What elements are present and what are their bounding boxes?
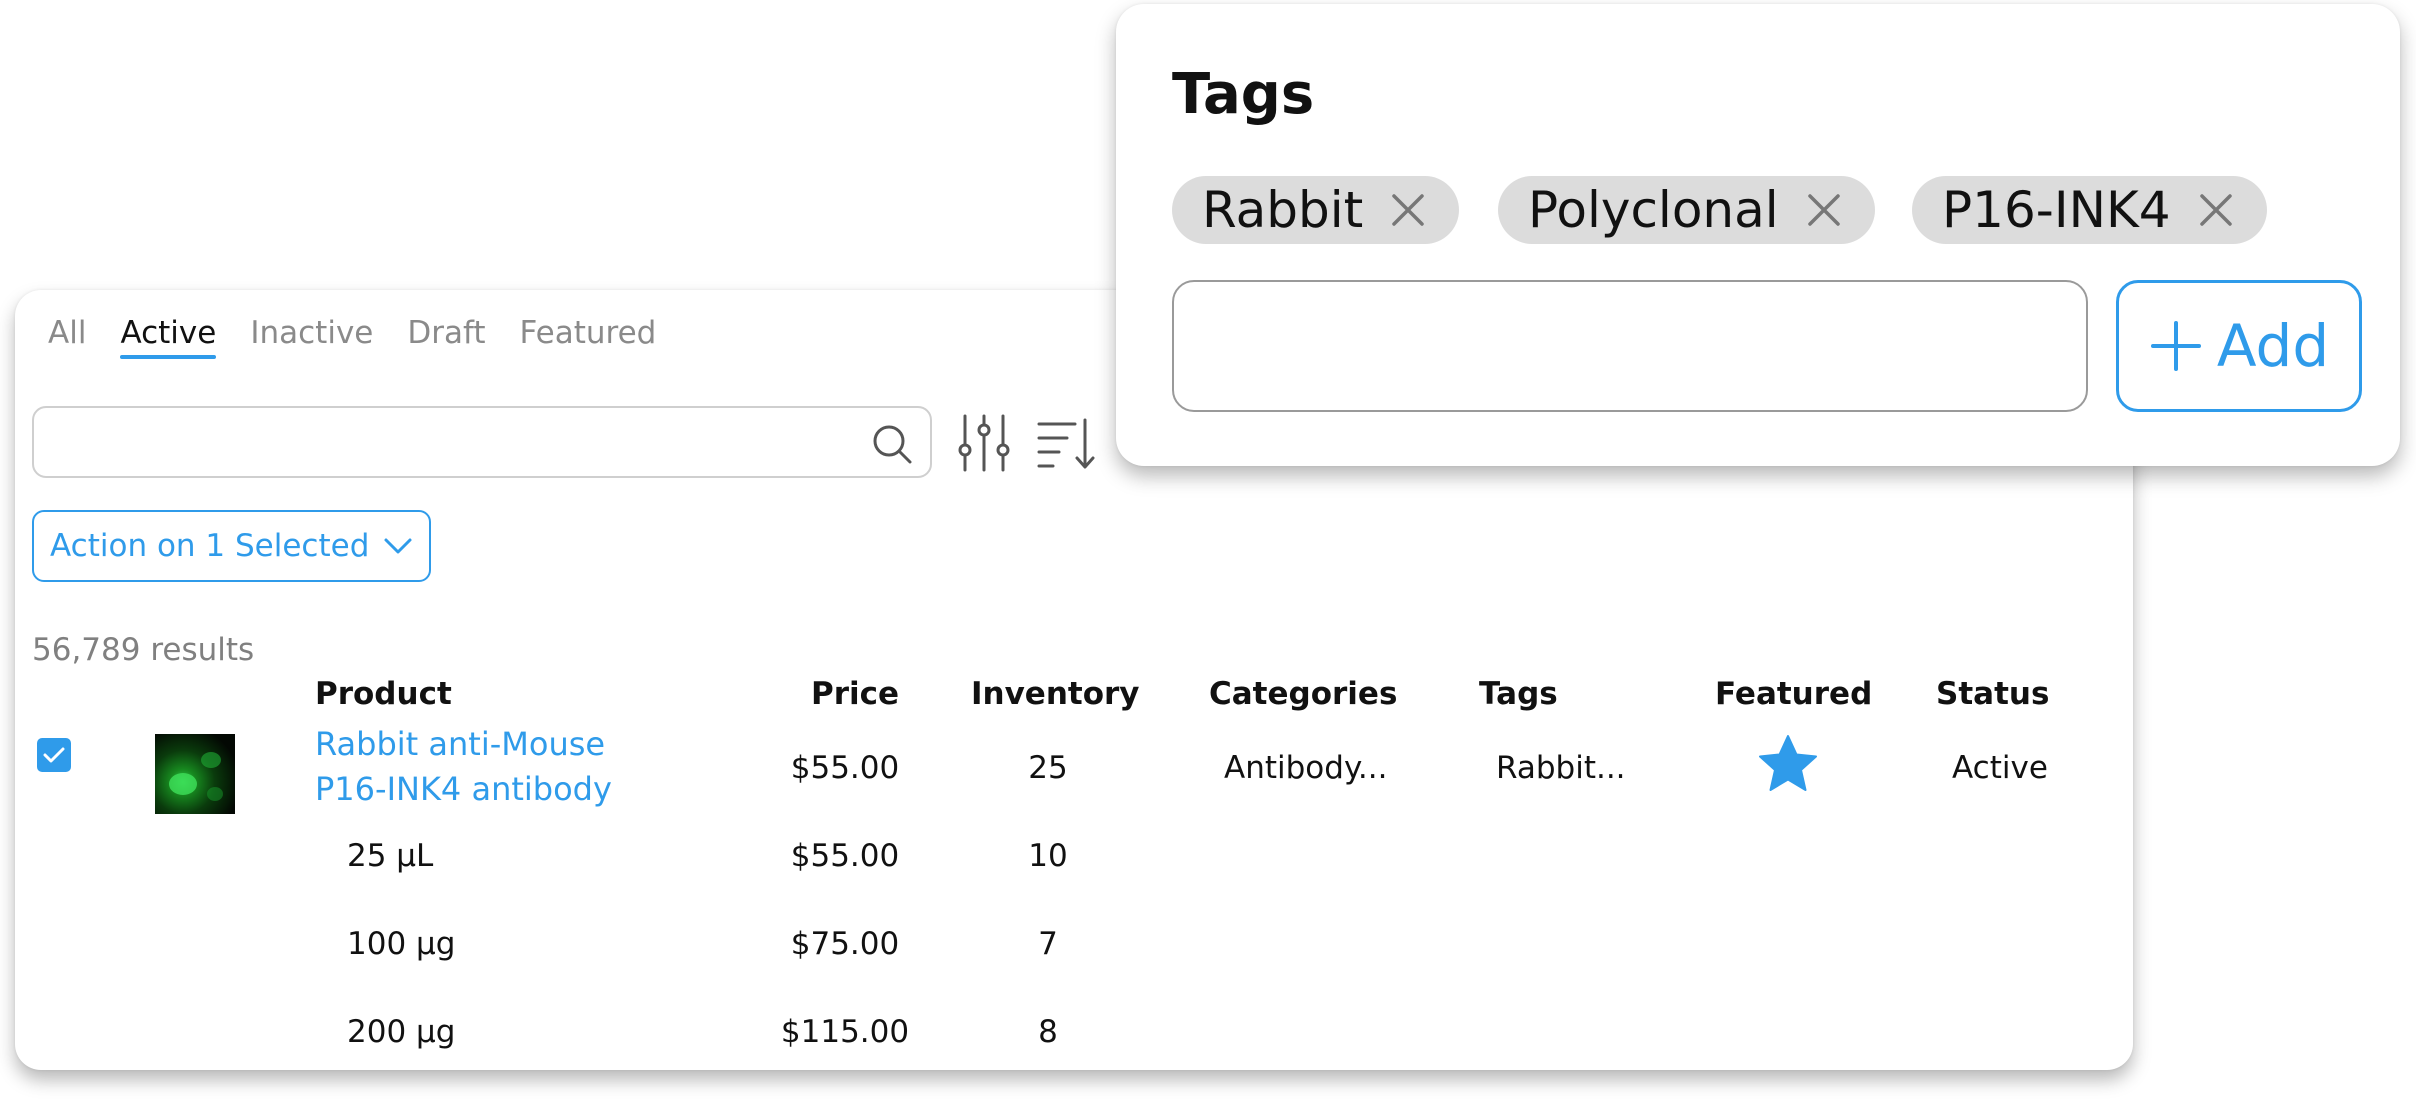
product-tags[interactable]: Rabbit...: [1496, 750, 1626, 786]
column-header-inventory: Inventory: [971, 676, 1140, 712]
search-input[interactable]: [48, 416, 848, 468]
variant-price: $75.00: [790, 926, 900, 962]
product-name-link[interactable]: Rabbit anti-Mouse P16-INK4 antibody: [315, 722, 612, 812]
close-icon[interactable]: [1389, 191, 1427, 229]
column-header-featured: Featured: [1715, 676, 1873, 712]
tag-chip-label: Rabbit: [1202, 181, 1364, 239]
sliders-icon[interactable]: [953, 412, 1015, 474]
checkmark-icon: [43, 747, 65, 763]
cell-image: [169, 752, 223, 801]
tag-chip-label: Polyclonal: [1528, 181, 1779, 239]
chevron-down-icon: [384, 538, 412, 554]
tags-popover: Tags Rabbit Polyclonal P16-INK4 Add: [1116, 4, 2400, 466]
row-checkbox[interactable]: [37, 738, 71, 772]
tab-all[interactable]: All: [48, 315, 86, 357]
tag-chip: P16-INK4: [1912, 176, 2267, 244]
tab-inactive[interactable]: Inactive: [250, 315, 373, 357]
column-header-product: Product: [315, 676, 452, 712]
column-header-categories: Categories: [1209, 676, 1398, 712]
status-tabs: All Active Inactive Draft Featured: [48, 315, 657, 359]
tags-title: Tags: [1172, 62, 1315, 127]
plus-icon: [2150, 321, 2201, 371]
variant-name: 200 µg: [347, 1014, 456, 1050]
variant-price: $55.00: [790, 838, 900, 874]
column-header-tags: Tags: [1479, 676, 1558, 712]
product-inventory: 25: [1028, 750, 1068, 786]
results-count: 56,789 results: [32, 632, 255, 668]
new-tag-input[interactable]: [1172, 280, 2088, 412]
bulk-action-label: Action on 1 Selected: [50, 528, 370, 564]
column-header-price: Price: [811, 676, 900, 712]
close-icon[interactable]: [2197, 191, 2235, 229]
product-categories: Antibody...: [1224, 750, 1388, 786]
variant-name: 25 µL: [347, 838, 434, 874]
tag-chip: Polyclonal: [1498, 176, 1875, 244]
product-name-line2: P16-INK4 antibody: [315, 770, 612, 808]
search-box: [32, 406, 932, 478]
tab-featured[interactable]: Featured: [520, 315, 657, 357]
add-tag-button[interactable]: Add: [2116, 280, 2362, 412]
product-name-line1: Rabbit anti-Mouse: [315, 725, 606, 763]
variant-price: $115.00: [780, 1014, 910, 1050]
tab-active[interactable]: Active: [120, 315, 216, 359]
product-price: $55.00: [790, 750, 900, 786]
close-icon[interactable]: [1805, 191, 1843, 229]
product-thumbnail[interactable]: [155, 734, 235, 814]
variant-inventory: 8: [1038, 1014, 1058, 1050]
add-tag-label: Add: [2216, 312, 2330, 380]
tab-draft[interactable]: Draft: [407, 315, 485, 357]
variant-inventory: 10: [1028, 838, 1068, 874]
tag-chip: Rabbit: [1172, 176, 1460, 244]
star-icon[interactable]: [1756, 732, 1820, 796]
product-status: Active: [1952, 750, 2048, 786]
variant-name: 100 µg: [347, 926, 456, 962]
sort-icon[interactable]: [1035, 412, 1097, 474]
tag-chip-label: P16-INK4: [1942, 181, 2171, 239]
bulk-action-dropdown[interactable]: Action on 1 Selected: [32, 510, 432, 582]
column-header-status: Status: [1936, 676, 2050, 712]
search-icon[interactable]: [870, 422, 914, 466]
variant-inventory: 7: [1038, 926, 1058, 962]
